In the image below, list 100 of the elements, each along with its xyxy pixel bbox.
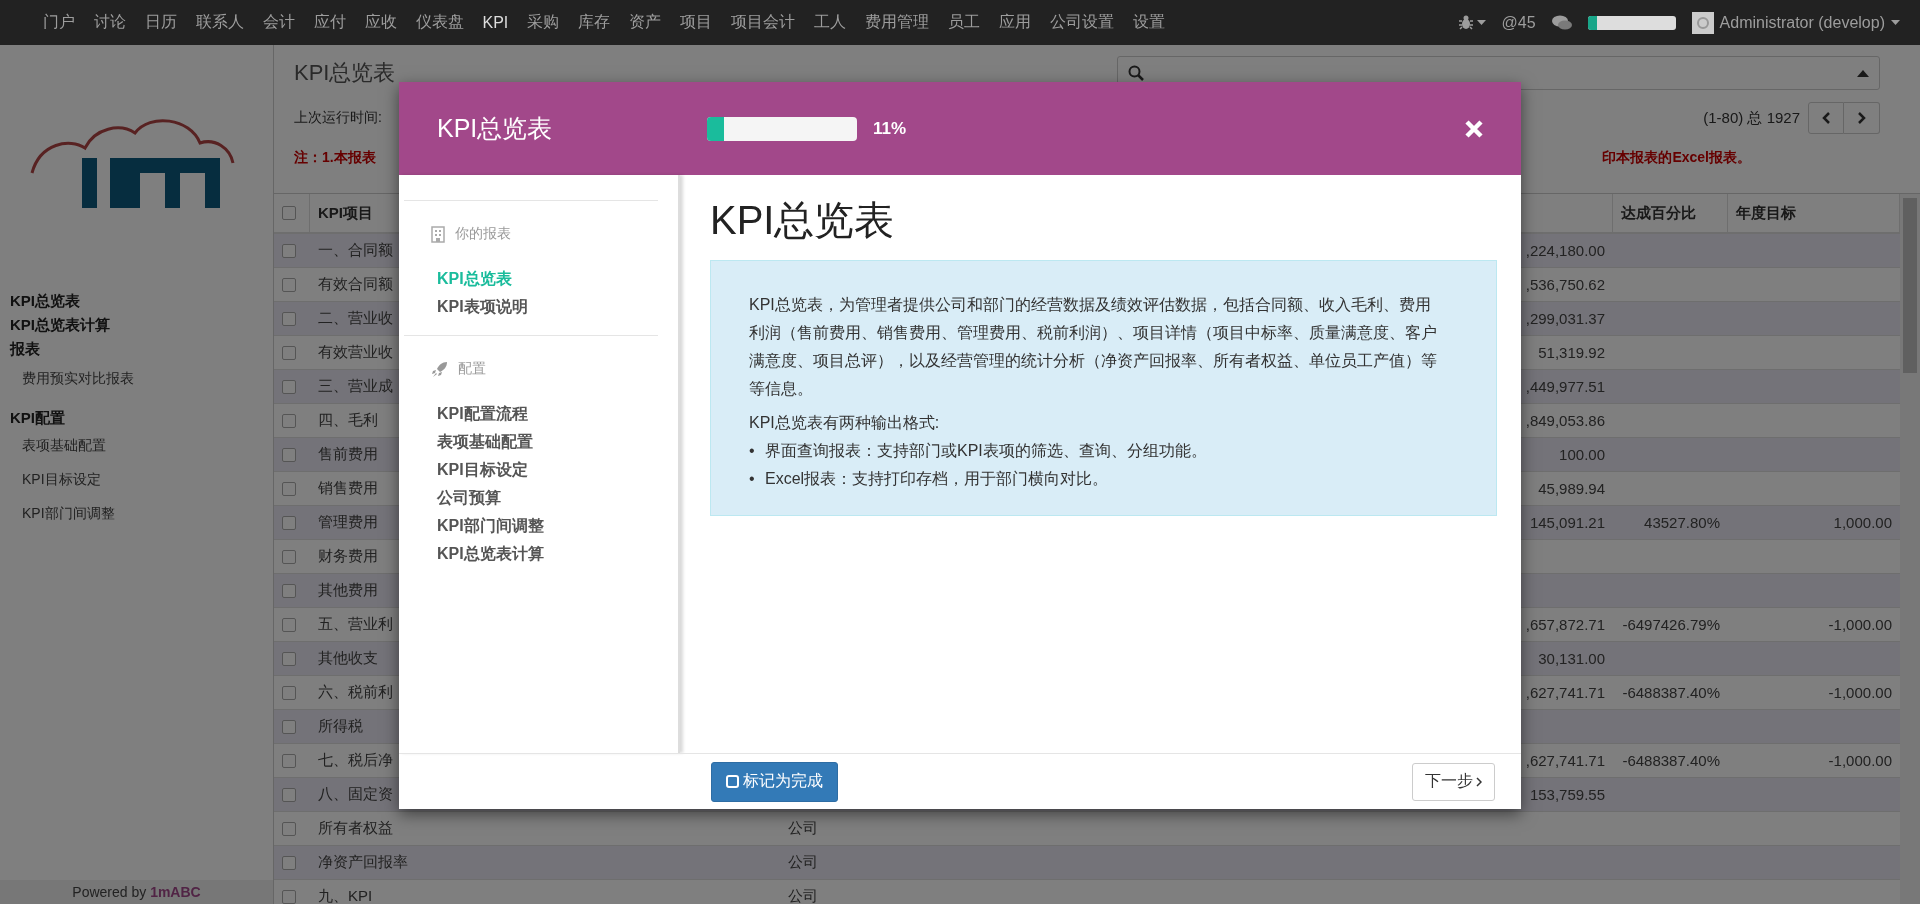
table-cell: 43527.80%: [1644, 514, 1720, 531]
nav-item[interactable]: 应收: [355, 12, 406, 33]
nav-item[interactable]: 公司设置: [1040, 12, 1124, 33]
table-cell: -1,000.00: [1828, 616, 1892, 633]
chevron-left-icon: [1822, 112, 1830, 124]
nav-link[interactable]: KPI表项说明: [429, 293, 658, 321]
nav-item[interactable]: 费用管理: [855, 12, 939, 33]
bug-menu[interactable]: [1458, 15, 1486, 30]
table-row[interactable]: 净资产回报率 公司: [274, 846, 1900, 880]
table-cell: 六、税前利: [318, 683, 393, 702]
table-cell: 净资产回报率: [318, 853, 408, 872]
row-checkbox[interactable]: [282, 787, 296, 802]
prev-page-button[interactable]: [1808, 102, 1844, 134]
nav-link[interactable]: 公司预算: [429, 484, 658, 512]
bullet-icon: •: [749, 437, 765, 465]
table-cell: 四、毛利: [318, 411, 378, 430]
nav-item[interactable]: 联系人: [186, 12, 253, 33]
checkbox[interactable]: [282, 206, 296, 220]
nav-item[interactable]: 项目: [670, 12, 722, 33]
nav-item[interactable]: KPI: [473, 13, 518, 32]
table-cell: ,849,053.86: [1525, 412, 1605, 429]
sidebar-heading[interactable]: KPI总览表: [10, 289, 273, 313]
sidebar-link[interactable]: 表项基础配置: [10, 428, 273, 462]
note-text: 印本报表的Excel报表。: [1602, 149, 1751, 167]
table-cell: 三、营业成: [318, 377, 393, 396]
chat-icon[interactable]: [1551, 14, 1572, 31]
row-checkbox[interactable]: [282, 277, 296, 292]
next-step-button[interactable]: 下一步: [1412, 762, 1495, 801]
powered-by-text: Powered by 1mABC: [0, 880, 273, 904]
nav-link[interactable]: KPI总览表计算: [429, 540, 658, 568]
progress-percent: 11%: [873, 118, 907, 139]
nav-item[interactable]: 库存: [568, 12, 620, 33]
description-text: KPI总览表，为管理者提供公司和部门的经营数据及绩效评估数据，包括合同额、收入毛利、费用利润（售前费用、销售费用、管理费用、税前利润）、项目详情（项目中标率、质量满意度、客户满意度、项目总评），以及经营管理的统计分析（净资产回报率、所有者权益、单位员工产值）等等信息。: [749, 295, 1438, 399]
row-checkbox[interactable]: [282, 753, 296, 768]
nav-link[interactable]: KPI部门间调整: [429, 512, 658, 540]
nav-item[interactable]: 会计: [253, 12, 304, 33]
mark-complete-button[interactable]: 标记为完成: [711, 761, 838, 802]
nav-item[interactable]: 员工: [938, 12, 990, 33]
table-cell: 其他收支: [318, 649, 378, 668]
nav-item[interactable]: 采购: [517, 12, 569, 33]
nav-item[interactable]: 应付: [304, 12, 355, 33]
row-checkbox[interactable]: [282, 243, 296, 258]
bullet-item: Excel报表：支持打印存档，用于部门横向对比。: [765, 469, 1109, 489]
table-cell: 其他费用: [318, 581, 378, 600]
nav-link[interactable]: 表项基础配置: [429, 428, 658, 456]
nav-item[interactable]: 资产: [619, 12, 671, 33]
table-cell: 有效合同额: [318, 275, 393, 294]
sidebar-link[interactable]: KPI目标设定: [10, 462, 273, 496]
nav-item[interactable]: 设置: [1123, 12, 1175, 33]
row-checkbox[interactable]: [282, 583, 296, 598]
row-checkbox[interactable]: [282, 617, 296, 632]
nav-link[interactable]: KPI配置流程: [429, 400, 658, 428]
nav-item[interactable]: 仪表盘: [406, 12, 473, 33]
row-checkbox[interactable]: [282, 719, 296, 734]
row-checkbox[interactable]: [282, 481, 296, 496]
row-checkbox[interactable]: [282, 855, 296, 870]
table-cell: 所有者权益: [318, 819, 393, 838]
row-checkbox[interactable]: [282, 685, 296, 700]
table-cell: 51,319.92: [1538, 344, 1605, 361]
table-cell: 七、税后净: [318, 751, 393, 770]
square-icon: [726, 775, 739, 788]
row-checkbox[interactable]: [282, 651, 296, 666]
next-page-button[interactable]: [1844, 102, 1880, 134]
table-cell: 1,000.00: [1833, 514, 1892, 531]
mentions-count[interactable]: @45: [1501, 13, 1536, 32]
nav-item[interactable]: 项目会计: [721, 12, 805, 33]
chevron-right-icon: [1857, 112, 1866, 124]
sidebar-heading[interactable]: 报表: [10, 337, 273, 361]
close-icon[interactable]: [1465, 119, 1483, 138]
bullet-item: 界面查询报表：支持部门或KPI表项的筛选、查询、分组功能。: [765, 441, 1207, 461]
table-cell: 153,759.55: [1529, 786, 1605, 803]
nav-item[interactable]: 讨论: [84, 12, 135, 33]
table-cell: 100.00: [1559, 446, 1605, 463]
nav-item[interactable]: 应用: [989, 12, 1041, 33]
page-title: KPI总览表: [294, 59, 396, 87]
row-checkbox[interactable]: [282, 889, 296, 904]
scrollbar[interactable]: [1900, 194, 1920, 904]
column-header[interactable]: 达成百分比: [1613, 194, 1728, 232]
row-checkbox[interactable]: [282, 311, 296, 326]
sidebar-section[interactable]: KPI配置: [10, 409, 273, 428]
row-checkbox[interactable]: [282, 379, 296, 394]
user-menu[interactable]: Administrator (develop): [1691, 11, 1900, 34]
nav-link[interactable]: KPI目标设定: [429, 456, 658, 484]
nav-item[interactable]: 工人: [804, 12, 856, 33]
row-checkbox[interactable]: [282, 821, 296, 836]
row-checkbox[interactable]: [282, 413, 296, 428]
row-checkbox[interactable]: [282, 447, 296, 462]
row-checkbox[interactable]: [282, 549, 296, 564]
sidebar-link[interactable]: KPI部门间调整: [10, 496, 273, 530]
table-cell: 30,131.00: [1538, 650, 1605, 667]
table-cell: 二、营业收: [318, 309, 393, 328]
nav-item[interactable]: 门户: [33, 12, 84, 33]
row-checkbox[interactable]: [282, 345, 296, 360]
nav-item[interactable]: 日历: [135, 12, 186, 33]
table-cell: ,536,750.62: [1525, 276, 1605, 293]
table-cell: 五、营业利: [318, 615, 393, 634]
row-checkbox[interactable]: [282, 515, 296, 530]
sidebar-link[interactable]: 费用预实对比报表: [10, 361, 273, 395]
table-cell: 财务费用: [318, 547, 378, 566]
sidebar-heading[interactable]: KPI总览表计算: [10, 313, 273, 337]
